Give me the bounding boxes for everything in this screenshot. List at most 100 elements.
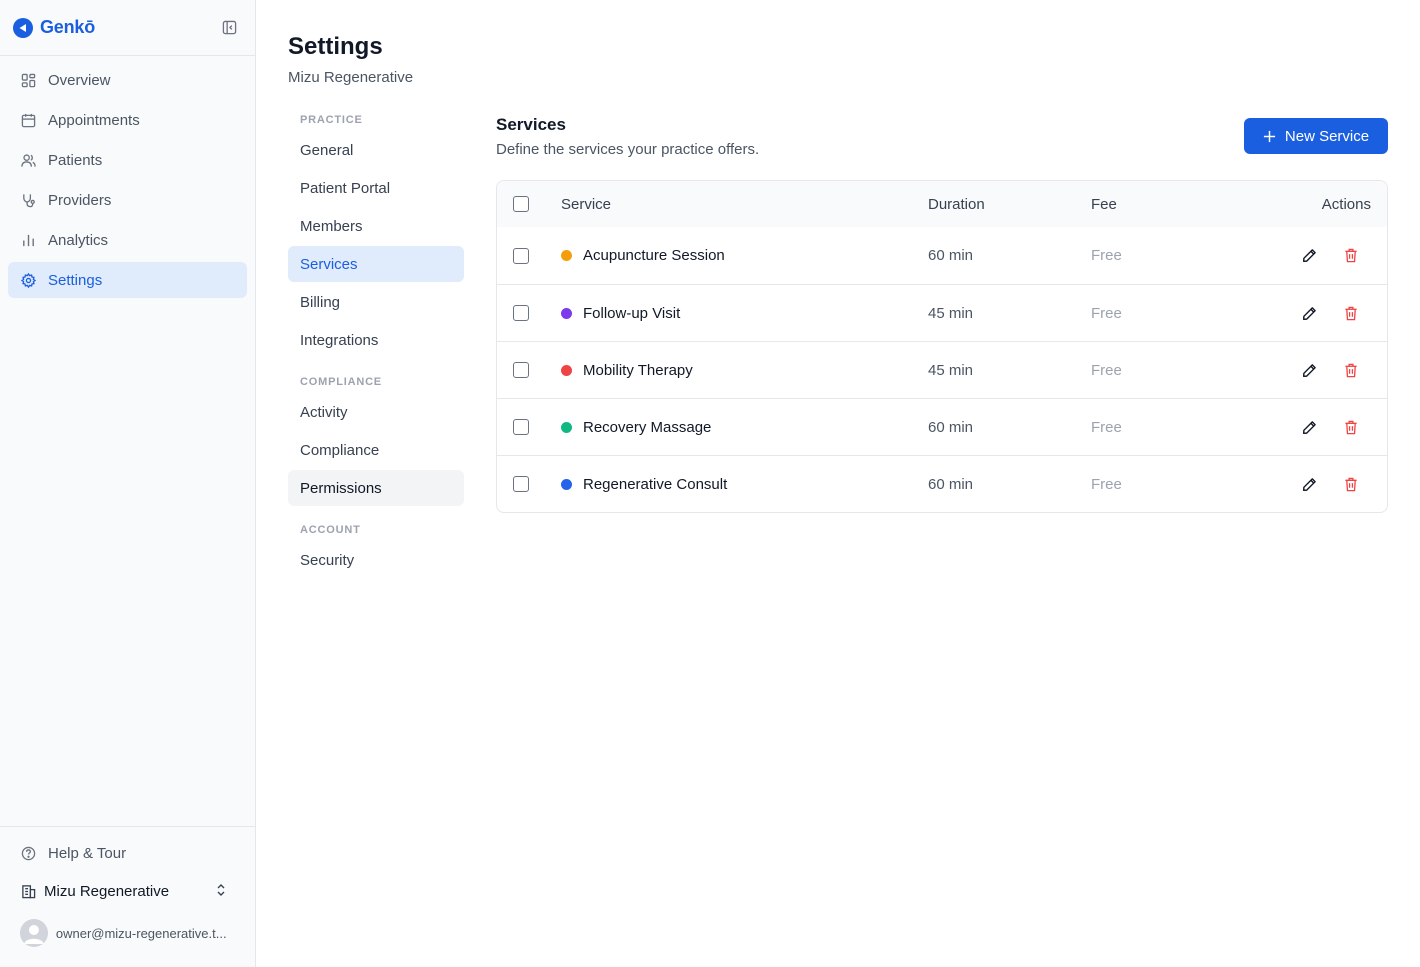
brand-header: Genkō xyxy=(0,0,255,56)
trash-icon[interactable] xyxy=(1341,417,1361,437)
trash-icon[interactable] xyxy=(1341,360,1361,380)
help-circle-icon xyxy=(20,845,36,861)
brand-name[interactable]: Genkō xyxy=(40,17,95,38)
page-subtitle: Mizu Regenerative xyxy=(288,69,414,86)
services-table: Service Duration Fee Actions Acupuncture… xyxy=(496,180,1388,513)
nav-label: Appointments xyxy=(48,111,140,129)
plus-icon xyxy=(1263,130,1276,143)
stethoscope-icon xyxy=(20,192,36,208)
trash-icon[interactable] xyxy=(1341,474,1361,494)
settings-nav-services[interactable]: Services xyxy=(288,246,464,282)
collapse-sidebar-icon[interactable] xyxy=(221,19,237,35)
chevron-up-down-icon xyxy=(215,883,227,901)
services-panel: Services Define the services your practi… xyxy=(496,106,1388,513)
help-tour-link[interactable]: Help & Tour xyxy=(8,835,247,871)
section-title: Services xyxy=(496,115,566,134)
service-color-dot xyxy=(561,421,572,433)
column-header-duration: Duration xyxy=(928,195,985,213)
nav-item-analytics[interactable]: Analytics xyxy=(8,222,247,258)
table-row[interactable]: Recovery Massage 60 min Free xyxy=(497,398,1387,455)
main-content: Settings Mizu Regenerative PRACTICE Gene… xyxy=(256,0,1420,967)
help-label: Help & Tour xyxy=(48,844,127,862)
settings-nav-permissions[interactable]: Permissions xyxy=(288,470,464,506)
nav-item-overview[interactable]: Overview xyxy=(8,62,247,98)
service-name: Acupuncture Session xyxy=(583,247,725,264)
column-header-actions: Actions xyxy=(1321,195,1371,213)
settings-nav-general[interactable]: General xyxy=(288,132,464,168)
table-row[interactable]: Acupuncture Session 60 min Free xyxy=(497,227,1387,284)
settings-nav: PRACTICE General Patient Portal Members … xyxy=(288,106,464,580)
org-switcher[interactable]: Mizu Regenerative xyxy=(8,871,247,911)
avatar xyxy=(20,919,48,947)
row-checkbox[interactable] xyxy=(513,419,529,435)
service-color-dot xyxy=(561,364,572,376)
service-fee: Free xyxy=(1091,475,1122,493)
settings-nav-patient-portal[interactable]: Patient Portal xyxy=(288,170,464,206)
nav-label: Overview xyxy=(48,71,111,89)
trash-icon[interactable] xyxy=(1341,246,1361,266)
sidebar-footer: Help & Tour Mizu Regenerative owner@mizu… xyxy=(0,826,255,967)
row-checkbox[interactable] xyxy=(513,247,529,264)
section-description: Define the services your practice offers… xyxy=(496,141,760,158)
service-duration: 60 min xyxy=(928,475,974,493)
column-header-service: Service xyxy=(561,195,612,213)
trash-icon[interactable] xyxy=(1341,303,1361,323)
section-heading-account: ACCOUNT xyxy=(300,524,361,536)
table-row[interactable]: Regenerative Consult 60 min Free xyxy=(497,455,1387,512)
service-color-dot xyxy=(561,307,572,319)
settings-nav-security[interactable]: Security xyxy=(288,542,464,578)
select-all-checkbox[interactable] xyxy=(513,196,529,212)
nav-item-providers[interactable]: Providers xyxy=(8,182,247,218)
nav-item-appointments[interactable]: Appointments xyxy=(8,102,247,138)
section-heading-practice: PRACTICE xyxy=(300,114,363,126)
settings-nav-billing[interactable]: Billing xyxy=(288,284,464,320)
service-duration: 60 min xyxy=(928,418,974,436)
settings-nav-compliance[interactable]: Compliance xyxy=(288,432,464,468)
pencil-icon[interactable] xyxy=(1299,246,1319,266)
pencil-icon[interactable] xyxy=(1299,474,1319,494)
nav-label: Analytics xyxy=(48,231,109,249)
nav-label: Settings xyxy=(48,271,103,289)
service-duration: 45 min xyxy=(928,361,974,379)
sidebar: Genkō Overview Appointments Patients Pro… xyxy=(0,0,256,967)
service-name: Mobility Therapy xyxy=(583,361,693,379)
nav-label: Patients xyxy=(48,151,103,169)
service-fee: Free xyxy=(1091,247,1122,264)
settings-nav-integrations[interactable]: Integrations xyxy=(288,322,464,358)
nav-label: Providers xyxy=(48,191,112,209)
bar-chart-icon xyxy=(20,232,36,248)
service-fee: Free xyxy=(1091,304,1122,322)
row-checkbox[interactable] xyxy=(513,476,529,492)
service-color-dot xyxy=(561,478,572,490)
service-duration: 45 min xyxy=(928,304,974,322)
calendar-icon xyxy=(20,112,36,128)
dashboard-icon xyxy=(20,72,36,88)
settings-nav-members[interactable]: Members xyxy=(288,208,464,244)
users-icon xyxy=(20,152,36,168)
new-service-button[interactable]: New Service xyxy=(1244,118,1388,154)
column-header-fee: Fee xyxy=(1091,195,1117,213)
service-color-dot xyxy=(561,250,572,261)
user-email: owner@mizu-regenerative.t... xyxy=(55,925,227,941)
pencil-icon[interactable] xyxy=(1299,360,1319,380)
main-nav: Overview Appointments Patients Providers… xyxy=(0,56,255,308)
table-row[interactable]: Mobility Therapy 45 min Free xyxy=(497,341,1387,398)
user-profile[interactable]: owner@mizu-regenerative.t... xyxy=(8,911,247,955)
section-heading-compliance: COMPLIANCE xyxy=(300,376,382,388)
nav-item-patients[interactable]: Patients xyxy=(8,142,247,178)
row-checkbox[interactable] xyxy=(513,305,529,321)
pencil-icon[interactable] xyxy=(1299,417,1319,437)
nav-item-settings[interactable]: Settings xyxy=(8,262,247,298)
row-checkbox[interactable] xyxy=(513,362,529,378)
table-row[interactable]: Follow-up Visit 45 min Free xyxy=(497,284,1387,341)
settings-nav-activity[interactable]: Activity xyxy=(288,394,464,430)
service-fee: Free xyxy=(1091,361,1122,379)
pencil-icon[interactable] xyxy=(1299,303,1319,323)
brand-logo-icon[interactable] xyxy=(13,17,33,38)
building-icon xyxy=(20,883,36,899)
service-name: Regenerative Consult xyxy=(583,475,728,493)
service-fee: Free xyxy=(1091,418,1122,436)
services-header: Services Define the services your practi… xyxy=(496,106,1388,180)
service-duration: 60 min xyxy=(928,247,974,264)
gear-icon xyxy=(20,272,36,288)
